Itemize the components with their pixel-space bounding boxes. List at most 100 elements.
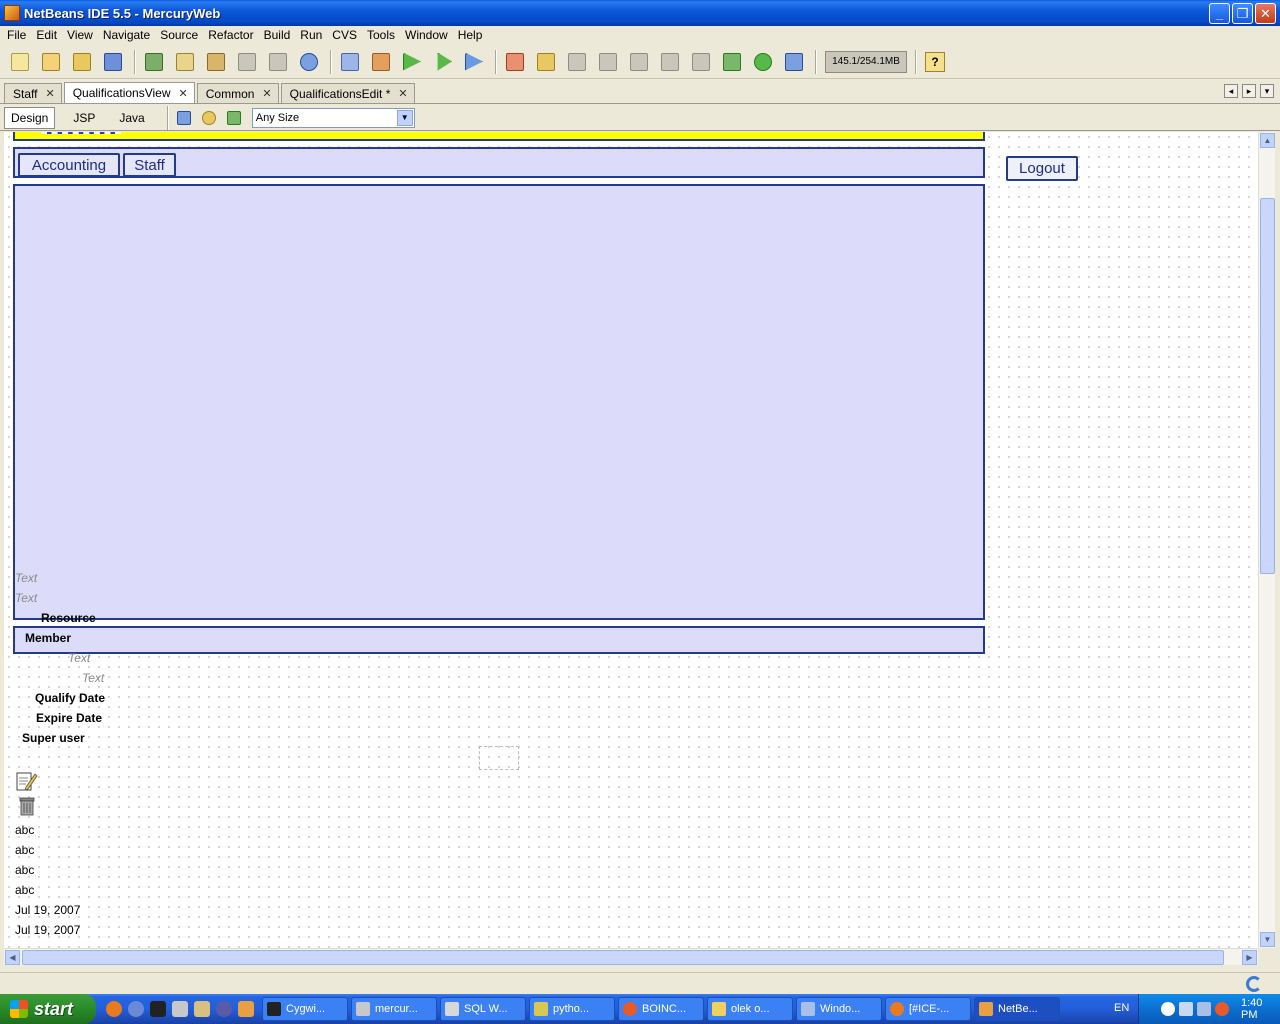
step-over-button[interactable] (594, 49, 622, 75)
taskbar-task-cygwin[interactable]: Cygwi... (262, 997, 348, 1021)
start-button[interactable]: start (0, 994, 96, 1024)
tray-boinc-icon[interactable] (1215, 1002, 1229, 1016)
menu-file[interactable]: File (2, 28, 31, 42)
apply-changes-button[interactable] (780, 49, 808, 75)
tab-list-dropdown-icon[interactable]: ▾ (1260, 84, 1274, 98)
step-into-button[interactable] (625, 49, 653, 75)
build-button[interactable] (336, 49, 364, 75)
menu-tools[interactable]: Tools (362, 28, 400, 42)
edit-icon[interactable] (16, 770, 38, 792)
tray-arrow-icon[interactable] (1161, 1002, 1175, 1016)
new-file-button[interactable] (6, 49, 34, 75)
menu-build[interactable]: Build (259, 28, 296, 42)
target-size-select[interactable]: Any Size ▼ (251, 107, 415, 128)
static-text-placeholder[interactable]: Text (15, 571, 37, 585)
empty-component-box[interactable] (479, 746, 519, 770)
sync-icon[interactable] (1246, 976, 1262, 992)
open-project-button[interactable] (68, 49, 96, 75)
taskbar-task-windows[interactable]: Windo... (796, 997, 882, 1021)
thunderbird-icon[interactable] (128, 1001, 144, 1017)
trash-icon[interactable] (18, 796, 36, 816)
netbeans-icon[interactable] (238, 1001, 254, 1017)
taskbar-task-ice[interactable]: [#ICE-... (885, 997, 971, 1021)
menu-source[interactable]: Source (155, 28, 203, 42)
clock[interactable]: 1:40 PM (1241, 997, 1280, 1021)
memory-indicator[interactable]: 145.1/254.1MB (825, 50, 907, 73)
java-view-button[interactable]: Java (113, 107, 150, 129)
scroll-down-icon[interactable]: ▼ (1260, 932, 1275, 947)
close-button[interactable]: ✕ (1255, 3, 1276, 24)
taskbar-task-folder[interactable]: olek o... (707, 997, 793, 1021)
static-text-placeholder[interactable]: Text (82, 671, 104, 685)
tab-staff[interactable]: Staff ✕ (4, 83, 62, 103)
close-icon[interactable]: ✕ (179, 87, 188, 100)
paste-button[interactable] (202, 49, 230, 75)
taskbar-task-netbeans[interactable]: NetBe... (974, 997, 1060, 1021)
find-button[interactable] (295, 49, 323, 75)
member-label[interactable]: Member (25, 631, 71, 645)
tray-network-icon[interactable] (1179, 1002, 1193, 1016)
tab-common[interactable]: Common ✕ (196, 83, 279, 103)
scroll-left-icon[interactable]: ◀ (5, 950, 20, 965)
qualify-date-label[interactable]: Qualify Date (35, 691, 105, 705)
taskbar-task-boinc[interactable]: BOINC... (618, 997, 704, 1021)
chevron-down-icon[interactable]: ▼ (396, 109, 413, 126)
scroll-up-icon[interactable]: ▲ (1260, 133, 1275, 148)
redo-button[interactable] (264, 49, 292, 75)
stop-button[interactable] (501, 49, 529, 75)
step-out-button[interactable] (656, 49, 684, 75)
debug-button[interactable] (429, 49, 457, 75)
menu-navigate[interactable]: Navigate (98, 28, 155, 42)
undo-button[interactable] (233, 49, 261, 75)
save-all-button[interactable] (99, 49, 127, 75)
menu-refactor[interactable]: Refactor (203, 28, 258, 42)
run-to-cursor-button[interactable] (687, 49, 715, 75)
resource-label[interactable]: Resource (41, 611, 96, 625)
horizontal-scrollbar[interactable]: ◀ ▶ (4, 948, 1258, 965)
menu-window[interactable]: Window (400, 28, 453, 42)
value-text[interactable]: abc (15, 883, 34, 897)
vertical-scroll-thumb[interactable] (1260, 198, 1275, 574)
header-banner[interactable] (13, 132, 985, 141)
date-value-text[interactable]: Jul 19, 2007 (15, 903, 80, 917)
maximize-button[interactable]: ❐ (1232, 3, 1253, 24)
navigation-panel[interactable]: Accounting Staff (13, 147, 985, 178)
logout-button[interactable]: Logout (1006, 156, 1078, 181)
firefox-icon[interactable] (106, 1001, 122, 1017)
design-canvas[interactable]: Accounting Staff Logout Text Text Resour… (4, 132, 1258, 948)
menu-help[interactable]: Help (453, 28, 488, 42)
tool-icon[interactable] (194, 1001, 210, 1017)
clean-build-button[interactable] (367, 49, 395, 75)
show-virtual-forms-button[interactable] (223, 105, 245, 131)
cut-button[interactable] (140, 49, 168, 75)
value-text[interactable]: abc (15, 823, 34, 837)
horizontal-scroll-thumb[interactable] (22, 950, 1224, 965)
menu-cvs[interactable]: CVS (327, 28, 362, 42)
super-user-label[interactable]: Super user (22, 731, 85, 745)
language-indicator[interactable]: EN (1114, 1002, 1129, 1014)
tab-qualifications-edit[interactable]: QualificationsEdit * ✕ (280, 83, 415, 103)
evaluate-button[interactable] (749, 49, 777, 75)
eclipse-icon[interactable] (216, 1001, 232, 1017)
close-icon[interactable]: ✕ (262, 87, 271, 100)
pause-button[interactable] (532, 49, 560, 75)
putty-icon[interactable] (172, 1001, 188, 1017)
tray-display-icon[interactable] (1197, 1002, 1211, 1016)
staff-button[interactable]: Staff (123, 153, 176, 177)
taskbar-task-python[interactable]: pytho... (529, 997, 615, 1021)
menu-view[interactable]: View (62, 28, 98, 42)
jsp-view-button[interactable]: JSP (67, 107, 101, 129)
content-panel[interactable] (13, 184, 985, 620)
refresh-button[interactable] (198, 105, 220, 131)
vertical-scrollbar[interactable]: ▲ ▼ (1258, 132, 1275, 948)
close-icon[interactable]: ✕ (398, 87, 407, 100)
value-text[interactable]: abc (15, 863, 34, 877)
preview-in-browser-button[interactable] (173, 105, 195, 131)
date-value-text[interactable]: Jul 19, 2007 (15, 923, 80, 937)
member-panel[interactable] (13, 626, 985, 654)
design-view-button[interactable]: Design (4, 106, 56, 129)
scroll-right-icon[interactable]: ▶ (1242, 950, 1257, 965)
x-server-icon[interactable] (150, 1001, 166, 1017)
taskbar-task-mercury[interactable]: mercur... (351, 997, 437, 1021)
run-button[interactable] (398, 49, 426, 75)
